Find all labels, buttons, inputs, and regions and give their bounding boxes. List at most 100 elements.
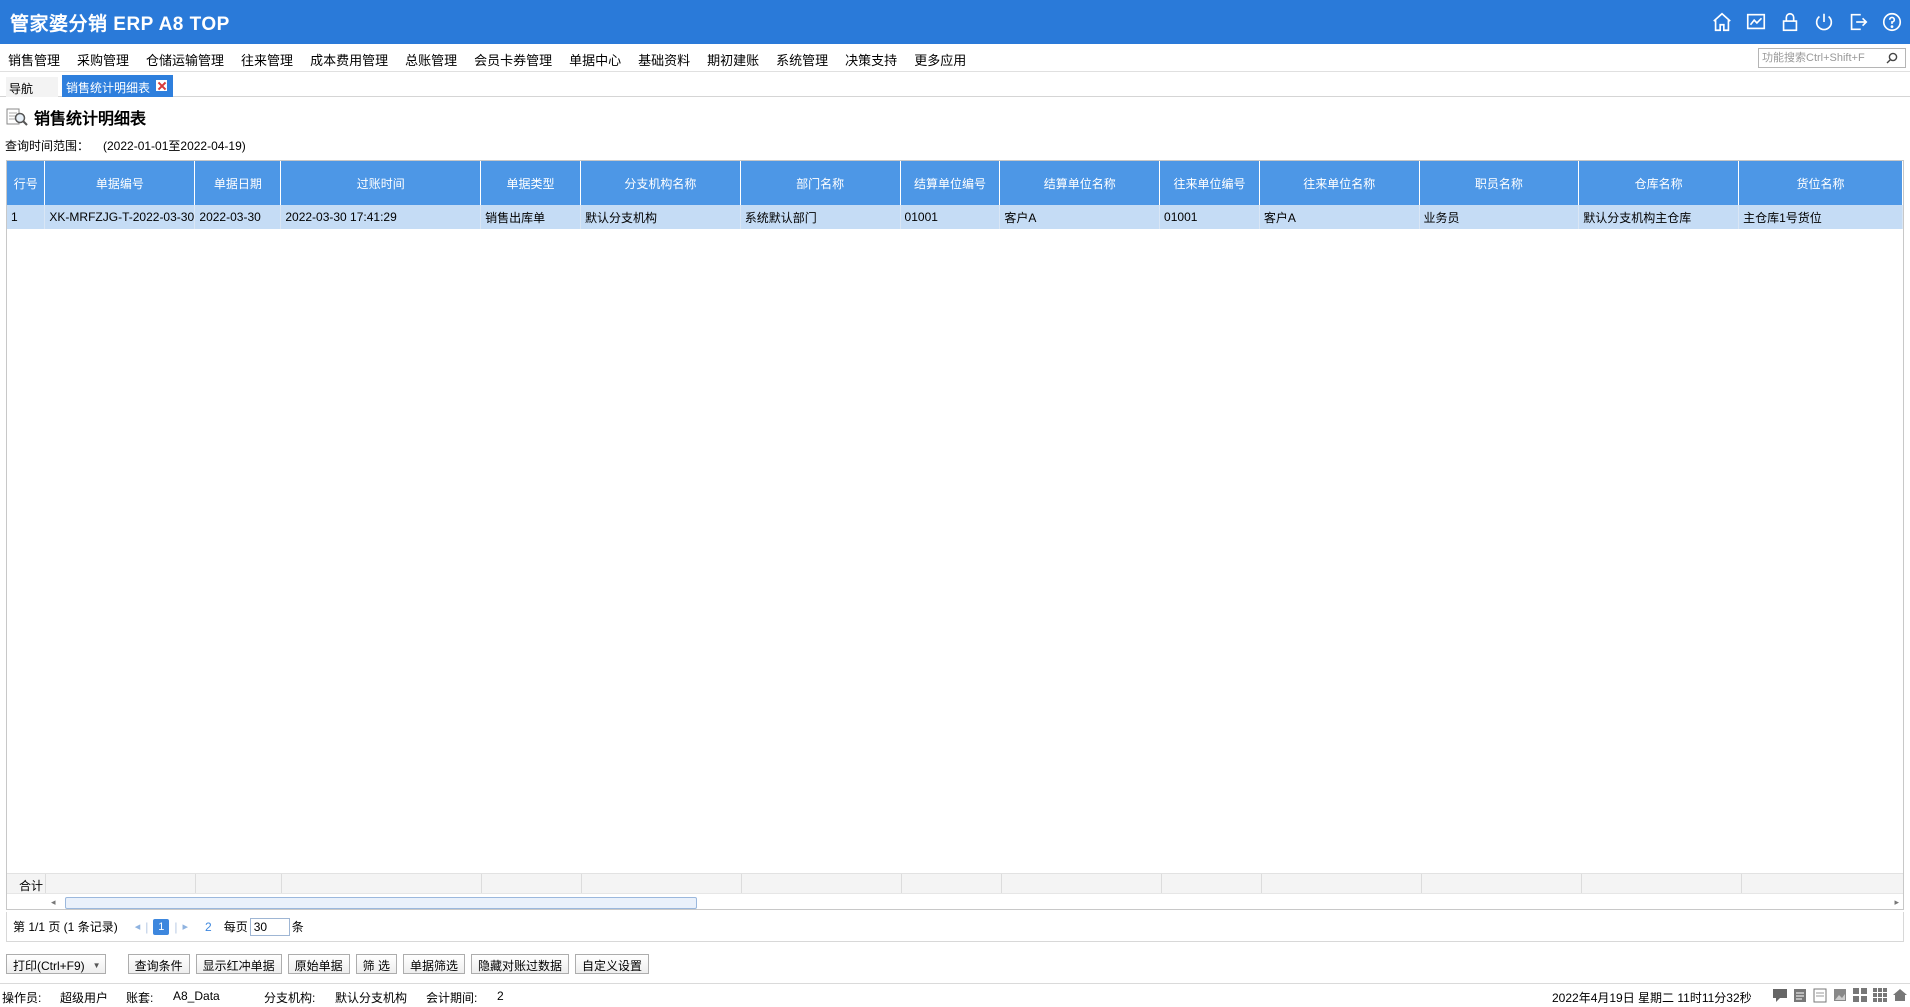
title-bar: 管家婆分销 ERP A8 TOP — [0, 0, 1910, 44]
home-icon[interactable] — [1710, 10, 1734, 34]
menu-item-document-center[interactable]: 单据中心 — [569, 50, 621, 69]
menu-bar: 销售管理 采购管理 仓储运输管理 往来管理 成本费用管理 总账管理 会员卡券管理… — [0, 44, 1910, 72]
menu-item-ledger[interactable]: 总账管理 — [405, 50, 457, 69]
tab-bar: 导航 销售统计明细表 — [0, 73, 1910, 97]
status-bar: 操作员: 超级用户 账套: A8_Data 分支机构: 默认分支机构 会计期间:… — [0, 983, 1910, 1007]
col-header-settle-code[interactable]: 结算单位编号 — [900, 161, 1001, 205]
home-icon[interactable] — [1892, 987, 1908, 1003]
apps-icon[interactable] — [1872, 987, 1888, 1003]
chevron-down-icon[interactable]: ▼ — [93, 961, 101, 970]
tab-label: 销售统计明细表 — [66, 81, 151, 95]
chart-icon[interactable] — [1744, 10, 1768, 34]
menu-item-sales[interactable]: 销售管理 — [8, 50, 60, 69]
hide-reconciled-button[interactable]: 隐藏对账过数据 — [471, 954, 570, 974]
tab-sales-detail[interactable]: 销售统计明细表 — [62, 75, 174, 97]
help-icon[interactable] — [1880, 10, 1904, 34]
menu-item-membership[interactable]: 会员卡券管理 — [474, 50, 552, 69]
horizontal-scrollbar[interactable]: ◂ ▸ — [7, 893, 1903, 909]
col-header-row-no[interactable]: 行号 — [7, 161, 46, 205]
document-icon[interactable] — [1812, 987, 1828, 1003]
col-header-partner-code[interactable]: 往来单位编号 — [1159, 161, 1260, 205]
cell-warehouse[interactable]: 默认分支机构主仓库 — [1578, 205, 1740, 229]
cell-post-time[interactable]: 2022-03-30 17:41:29 — [280, 205, 482, 229]
custom-settings-button[interactable]: 自定义设置 — [575, 954, 650, 974]
function-search-input[interactable] — [1759, 49, 1883, 67]
menu-item-purchase[interactable]: 采购管理 — [77, 50, 129, 69]
summary-divider — [1001, 874, 1002, 894]
operator-value: 超级用户 — [60, 991, 109, 1005]
col-header-settle-name[interactable]: 结算单位名称 — [999, 161, 1161, 205]
print-button[interactable]: 打印(Ctrl+F9) ▼ — [6, 954, 106, 974]
table-row[interactable]: 1 XK-MRFZJG-T-2022-03-30 2022-03-30 2022… — [7, 205, 1903, 229]
original-bill-button[interactable]: 原始单据 — [287, 954, 350, 974]
menu-item-cost[interactable]: 成本费用管理 — [310, 50, 388, 69]
col-header-bill-no[interactable]: 单据编号 — [44, 161, 196, 205]
title-bar-icons — [1710, 10, 1904, 34]
menu-item-basic-data[interactable]: 基础资料 — [638, 50, 690, 69]
cell-branch[interactable]: 默认分支机构 — [580, 205, 741, 229]
data-grid: 行号 单据编号 单据日期 过账时间 单据类型 分支机构名称 部门名称 结算单位编… — [6, 160, 1904, 910]
cell-location[interactable]: 主仓库1号货位 — [1738, 205, 1903, 229]
cell-partner-name[interactable]: 客户A — [1259, 205, 1420, 229]
grid-icon[interactable] — [1852, 987, 1868, 1003]
first-page-icon[interactable]: ◂ — [135, 920, 141, 933]
query-conditions-button[interactable]: 查询条件 — [127, 954, 190, 974]
col-header-bill-date[interactable]: 单据日期 — [194, 161, 282, 205]
menu-item-decision[interactable]: 决策支持 — [845, 50, 897, 69]
col-header-location[interactable]: 货位名称 — [1738, 161, 1903, 205]
summary-divider — [741, 874, 742, 894]
close-tab-icon[interactable] — [156, 80, 168, 91]
scroll-right-icon[interactable]: ▸ — [1894, 897, 1899, 908]
col-header-post-time[interactable]: 过账时间 — [280, 161, 482, 205]
cell-settle-name[interactable]: 客户A — [999, 205, 1161, 229]
main-menu: 销售管理 采购管理 仓储运输管理 往来管理 成本费用管理 总账管理 会员卡券管理… — [8, 50, 983, 69]
sales-detail-table: 行号 单据编号 单据日期 过账时间 单据类型 分支机构名称 部门名称 结算单位编… — [7, 161, 1903, 229]
pagination: 第 1/1 页 (1 条记录) ◂ | 1 | ▸ 2 每页 条 — [6, 912, 1904, 942]
col-header-bill-type[interactable]: 单据类型 — [480, 161, 582, 205]
period-value: 2 — [497, 989, 504, 1003]
notepad-icon[interactable] — [1792, 987, 1808, 1003]
lock-icon[interactable] — [1778, 10, 1802, 34]
cell-bill-no[interactable]: XK-MRFZJG-T-2022-03-30 — [44, 205, 196, 229]
power-icon[interactable] — [1812, 10, 1836, 34]
menu-item-system[interactable]: 系统管理 — [776, 50, 828, 69]
account-label: 账套: — [126, 991, 154, 1005]
tab-navigation[interactable]: 导航 — [6, 77, 58, 97]
col-header-department[interactable]: 部门名称 — [740, 161, 901, 205]
message-icon[interactable] — [1772, 987, 1788, 1003]
menu-item-more[interactable]: 更多应用 — [914, 50, 966, 69]
summary-row: 合计 — [7, 873, 1903, 894]
filter-button[interactable]: 筛 选 — [355, 954, 397, 974]
search-icon[interactable] — [1883, 49, 1901, 67]
next-page-icon[interactable]: ▸ — [182, 920, 188, 933]
scrollbar-thumb[interactable] — [65, 897, 697, 909]
current-page-button[interactable]: 1 — [153, 918, 170, 935]
scroll-left-icon[interactable]: ◂ — [51, 897, 56, 908]
menu-item-warehouse[interactable]: 仓储运输管理 — [146, 50, 224, 69]
cell-bill-date[interactable]: 2022-03-30 — [194, 205, 282, 229]
image-icon[interactable] — [1832, 987, 1848, 1003]
menu-item-accounts[interactable]: 往来管理 — [241, 50, 293, 69]
col-header-warehouse[interactable]: 仓库名称 — [1578, 161, 1740, 205]
cell-bill-type[interactable]: 销售出库单 — [480, 205, 582, 229]
cell-department[interactable]: 系统默认部门 — [740, 205, 901, 229]
col-header-branch[interactable]: 分支机构名称 — [580, 161, 741, 205]
col-header-employee[interactable]: 职员名称 — [1419, 161, 1580, 205]
cell-partner-code[interactable]: 01001 — [1159, 205, 1260, 229]
cell-row-no[interactable]: 1 — [7, 205, 46, 229]
col-header-partner-name[interactable]: 往来单位名称 — [1259, 161, 1420, 205]
per-page-label: 每页 — [223, 920, 248, 934]
bill-filter-button[interactable]: 单据筛选 — [402, 954, 465, 974]
action-bar: 打印(Ctrl+F9) ▼ 查询条件 显示红冲单据 原始单据 筛 选 单据筛选 … — [6, 954, 650, 974]
summary-divider — [1261, 874, 1262, 894]
page-number-2[interactable]: 2 — [205, 920, 212, 934]
logout-icon[interactable] — [1846, 10, 1870, 34]
show-red-bills-button[interactable]: 显示红冲单据 — [195, 954, 282, 974]
cell-employee[interactable]: 业务员 — [1419, 205, 1580, 229]
per-page-input[interactable] — [249, 917, 290, 936]
query-range-value: (2022-01-01至2022-04-19) — [103, 139, 246, 153]
app-title: 管家婆分销 ERP A8 TOP — [10, 14, 230, 35]
menu-item-opening[interactable]: 期初建账 — [707, 50, 759, 69]
cell-settle-code[interactable]: 01001 — [900, 205, 1001, 229]
status-icons — [1772, 987, 1908, 1003]
